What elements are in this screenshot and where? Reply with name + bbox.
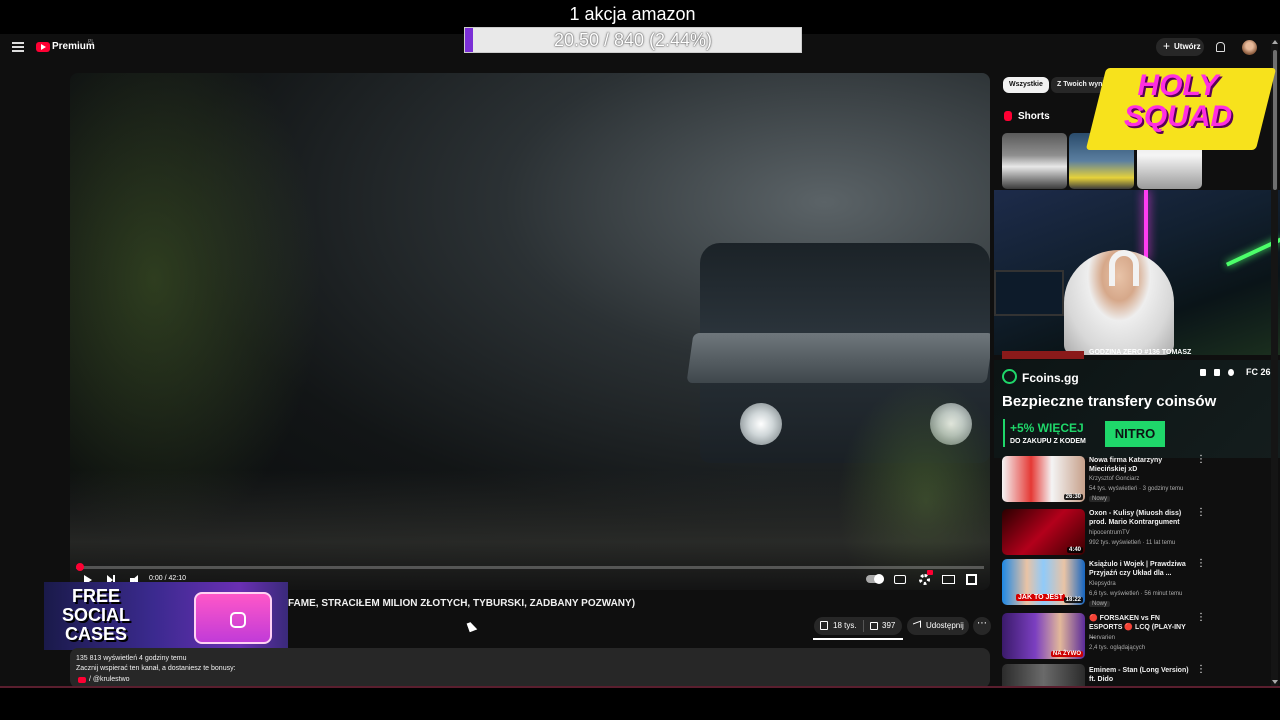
ad-code: NITRO xyxy=(1105,421,1165,447)
rec-more-icon[interactable]: ⋮ xyxy=(1196,454,1206,465)
share-label: Udostępnij xyxy=(926,621,964,630)
dislike-count[interactable]: 397 xyxy=(882,621,895,630)
rec-thumbnail[interactable]: NA ŻYWO xyxy=(1002,613,1085,659)
like-count[interactable]: 18 tys. xyxy=(833,621,857,630)
mouse-cursor-icon xyxy=(466,620,478,633)
rec-title[interactable]: Książulo i Wojek | Prawdziwa Przyjaźń cz… xyxy=(1089,560,1189,578)
rec-channel[interactable]: Krzysztof Gonciarz xyxy=(1089,476,1139,482)
create-button[interactable]: Utwórz xyxy=(1156,37,1204,56)
ad-headline: Bezpieczne transfery coinsów xyxy=(1002,393,1217,410)
youtube-logo-icon[interactable] xyxy=(36,42,50,52)
fcoins-logo-icon xyxy=(1002,369,1017,384)
rec-title[interactable]: Oxon - Kulisy (Miuosh diss) prod. Mario … xyxy=(1089,509,1189,527)
shorts-label: Shorts xyxy=(1018,111,1050,122)
more-actions-button[interactable]: ⋯ xyxy=(973,617,991,635)
rec-duration: 4:40 xyxy=(1066,547,1083,553)
playstation-icon xyxy=(1200,369,1206,376)
rec-thumbnail[interactable]: 4:40 xyxy=(1002,509,1085,555)
rec-more-icon[interactable]: ⋮ xyxy=(1196,507,1206,518)
thumbs-down-icon[interactable] xyxy=(870,622,878,630)
progress-bar[interactable] xyxy=(76,563,984,571)
rec-duration: 18:22 xyxy=(1063,597,1083,603)
rec-thumbnail[interactable]: 26:30 xyxy=(1002,456,1085,502)
short-thumbnail[interactable] xyxy=(1002,133,1067,189)
rec-badge-new: Nowy xyxy=(1089,601,1111,607)
like-dislike-group: 18 tys. 397 xyxy=(814,617,902,635)
rec-channel[interactable]: Nervarien xyxy=(1089,635,1115,641)
share-icon xyxy=(913,620,921,631)
share-button[interactable]: Udostępnij xyxy=(907,617,969,635)
channel-link[interactable]: / @krulestwo xyxy=(89,676,130,683)
bell-icon[interactable] xyxy=(1216,42,1225,52)
fc-platform-label: FC 26 xyxy=(1246,367,1271,377)
goal-progress-bar: 20.50 / 840 (2.44%) xyxy=(464,27,802,53)
rec-channel[interactable]: hipocentrumTV xyxy=(1089,530,1130,536)
like-underline xyxy=(813,638,903,640)
goal-title: 1 akcja amazon xyxy=(569,4,696,24)
free-cases-promo: FREE SOCIAL CASES xyxy=(44,582,288,650)
rec-meta: 6,6 tys. wyświetleń · 56 minut temu xyxy=(1089,591,1183,597)
rec-thumbnail-partial[interactable] xyxy=(1002,351,1084,359)
goal-progress-text: 20.50 / 840 (2.44%) xyxy=(553,30,713,50)
like-separator xyxy=(863,620,864,632)
rec-thumb-text: JAK TO JEST xyxy=(1016,594,1065,601)
xbox-icon xyxy=(1228,369,1234,376)
hamburger-menu-icon[interactable] xyxy=(12,42,24,52)
rec-meta: 992 tys. wyświetleń · 11 lat temu xyxy=(1089,540,1176,546)
description-text: Zacznij wspierać ten kanał, a dostaniesz… xyxy=(76,665,236,672)
rec-meta: 2,4 tys. oglądających xyxy=(1089,645,1146,651)
rec-more-icon[interactable]: ⋮ xyxy=(1196,664,1206,675)
theater-mode-icon[interactable] xyxy=(942,575,955,584)
rec-title-partial[interactable]: GODZINA ZERO #136 TOMASZ xyxy=(1089,349,1191,356)
avatar[interactable] xyxy=(1242,40,1257,55)
scroll-down-icon[interactable] xyxy=(1272,680,1278,684)
rec-more-icon[interactable]: ⋮ xyxy=(1196,558,1206,569)
ad-accent-bar xyxy=(1003,419,1005,447)
instagram-icon xyxy=(230,612,246,628)
views-line: 135 813 wyświetleń 4 godziny temu xyxy=(76,655,187,662)
rec-thumbnail[interactable]: JAK TO JEST 18:22 xyxy=(1002,559,1085,605)
scene-ground xyxy=(70,470,990,590)
autoplay-toggle-icon[interactable] xyxy=(866,574,884,584)
rec-live-badge: NA ŻYWO xyxy=(1050,651,1083,657)
bottom-bar xyxy=(0,688,1280,720)
chip-all[interactable]: Wszystkie xyxy=(1003,77,1049,93)
hd-badge xyxy=(927,570,933,575)
logo-region: PL xyxy=(88,39,95,45)
rec-thumbnail[interactable] xyxy=(1002,664,1085,688)
youtube-small-icon xyxy=(78,677,86,683)
ad-bonus: +5% WIĘCEJ xyxy=(1010,421,1084,435)
video-player[interactable]: 0:00 / 42:10 xyxy=(70,73,990,590)
rec-meta: 54 tys. wyświetleń · 3 godziny temu xyxy=(1089,486,1184,492)
windows-icon xyxy=(1214,369,1220,376)
streamer-webcam xyxy=(994,190,1280,355)
fullscreen-icon[interactable] xyxy=(966,574,977,585)
fcoins-brand: Fcoins.gg xyxy=(1022,371,1079,385)
ad-bonus-sub: DO ZAKUPU Z KODEM xyxy=(1010,438,1086,445)
shorts-icon xyxy=(1004,111,1012,121)
subtitles-icon[interactable] xyxy=(894,575,906,584)
rec-duration: 26:30 xyxy=(1063,494,1083,500)
progress-scrubber[interactable] xyxy=(76,563,84,571)
rec-more-icon[interactable]: ⋮ xyxy=(1196,612,1206,623)
holy-squad-logo: HOLY SQUAD xyxy=(1123,69,1233,133)
rec-badge-new: Nowy xyxy=(1089,496,1111,502)
thumbs-up-icon[interactable] xyxy=(820,621,828,630)
scroll-up-icon[interactable] xyxy=(1272,40,1278,44)
video-title: FAME, STRACIŁEM MILION ZŁOTYCH, TYBURSKI… xyxy=(288,598,636,609)
settings-gear-icon[interactable] xyxy=(919,574,930,585)
rec-title[interactable]: Nowa firma Katarzyny Miecińskiej xD xyxy=(1089,456,1189,474)
rec-channel[interactable]: Klepsydra xyxy=(1089,581,1116,587)
promo-text: FREE SOCIAL CASES xyxy=(61,586,130,644)
rec-title[interactable]: Eminem - Stan (Long Version) ft. Dido xyxy=(1089,666,1189,684)
